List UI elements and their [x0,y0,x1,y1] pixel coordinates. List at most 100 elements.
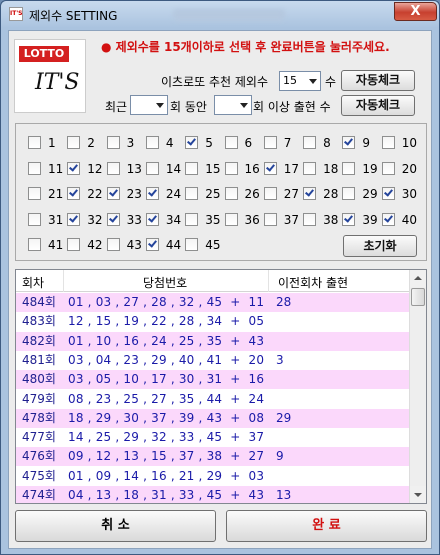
count-select[interactable] [214,95,252,115]
number-checkbox[interactable]: 40 [381,211,422,229]
number-checkbox[interactable]: 15 [185,160,225,178]
number-checkbox[interactable]: 26 [224,185,265,203]
table-row[interactable]: 484회 01 , 03 , 27 , 28 , 32 , 45 + 11 28 [16,293,410,312]
number-checkbox[interactable]: 36 [224,211,265,229]
number-checkbox[interactable]: 7 [263,134,304,152]
checkbox-box[interactable] [67,238,81,251]
number-checkbox[interactable]: 29 [342,185,382,203]
checkbox-box[interactable] [224,187,238,200]
number-checkbox[interactable]: 45 [185,236,225,254]
number-checkbox[interactable]: 21 [28,185,68,203]
table-row[interactable]: 481회 03 , 04 , 23 , 29 , 40 , 41 + 20 3 [16,351,410,370]
checkbox-box[interactable] [185,238,199,251]
number-checkbox[interactable]: 16 [224,160,265,178]
reset-button[interactable]: 초기화 [343,235,417,257]
auto-check-recommend-button[interactable]: 자동체크 [341,70,415,91]
checkbox-box[interactable] [381,136,395,149]
number-checkbox[interactable]: 1 [28,134,68,152]
checkbox-box[interactable] [381,212,395,226]
checkbox-box[interactable] [224,136,238,149]
checkbox-box[interactable] [263,212,277,226]
checkbox-box[interactable] [342,161,356,175]
number-checkbox[interactable]: 43 [106,236,147,254]
checkbox-box[interactable] [28,212,41,226]
number-checkbox[interactable]: 37 [263,211,304,229]
checkbox-box[interactable] [303,212,317,226]
number-checkbox[interactable]: 20 [381,160,422,178]
scrollbar[interactable] [409,270,426,503]
number-checkbox[interactable]: 12 [67,160,107,178]
scroll-thumb[interactable] [411,288,425,306]
number-checkbox[interactable]: 17 [263,160,304,178]
period-select[interactable] [130,95,168,115]
checkbox-box[interactable] [67,187,81,200]
number-checkbox[interactable]: 9 [342,134,382,152]
table-row[interactable]: 483회 12 , 15 , 19 , 22 , 28 , 34 + 05 [16,312,410,331]
number-checkbox[interactable]: 41 [28,236,68,254]
table-row[interactable]: 480회 03 , 05 , 10 , 17 , 30 , 31 + 16 [16,370,410,390]
checkbox-box[interactable] [381,187,395,200]
checkbox-box[interactable] [263,187,277,200]
checkbox-box[interactable] [303,161,317,175]
number-checkbox[interactable]: 25 [185,185,225,203]
scroll-up-button[interactable] [410,270,426,287]
number-checkbox[interactable]: 27 [263,185,304,203]
number-checkbox[interactable]: 8 [303,134,343,152]
number-checkbox[interactable]: 4 [145,134,186,152]
table-row[interactable]: 478회 18 , 29 , 30 , 37 , 39 , 43 + 08 29 [16,408,410,428]
checkbox-box[interactable] [185,161,199,175]
checkbox-box[interactable] [145,136,159,149]
cancel-button[interactable]: 취 소 [15,510,216,542]
number-checkbox[interactable]: 6 [224,134,265,152]
recommend-select[interactable]: 15 [279,71,321,91]
checkbox-box[interactable] [342,136,356,149]
number-checkbox[interactable]: 24 [145,185,186,203]
checkbox-box[interactable] [145,212,159,226]
title-bar[interactable]: IT'S 제외수 SETTING X [1,1,439,28]
checkbox-box[interactable] [28,161,41,175]
number-checkbox[interactable]: 44 [145,236,186,254]
number-checkbox[interactable]: 34 [145,211,186,229]
number-checkbox[interactable]: 39 [342,211,382,229]
done-button[interactable]: 완 료 [226,510,427,542]
checkbox-box[interactable] [263,136,277,149]
auto-check-history-button[interactable]: 자동체크 [341,95,415,116]
table-row[interactable]: 477회 14 , 25 , 29 , 32 , 33 , 45 + 37 [16,428,410,447]
number-checkbox[interactable]: 22 [67,185,107,203]
checkbox-box[interactable] [67,212,81,226]
number-checkbox[interactable]: 23 [106,185,147,203]
number-checkbox[interactable]: 38 [303,211,343,229]
checkbox-box[interactable] [185,212,199,226]
checkbox-box[interactable] [145,238,159,251]
checkbox-box[interactable] [106,212,120,226]
number-checkbox[interactable]: 10 [381,134,422,152]
number-checkbox[interactable]: 28 [303,185,343,203]
number-checkbox[interactable]: 2 [67,134,107,152]
number-checkbox[interactable]: 18 [303,160,343,178]
number-checkbox[interactable]: 19 [342,160,382,178]
number-checkbox[interactable]: 5 [185,134,225,152]
number-checkbox[interactable]: 33 [106,211,147,229]
table-row[interactable]: 476회 09 , 12 , 13 , 15 , 37 , 38 + 27 9 [16,447,410,467]
checkbox-box[interactable] [106,187,120,200]
checkbox-box[interactable] [224,161,238,175]
checkbox-box[interactable] [263,161,277,175]
checkbox-box[interactable] [145,187,159,200]
number-checkbox[interactable]: 42 [67,236,107,254]
number-checkbox[interactable]: 35 [185,211,225,229]
table-row[interactable]: 474회 04 , 13 , 18 , 31 , 33 , 45 + 43 13 [16,486,410,503]
checkbox-box[interactable] [145,161,159,175]
checkbox-box[interactable] [106,161,120,175]
number-checkbox[interactable]: 32 [67,211,107,229]
checkbox-box[interactable] [28,238,41,251]
number-checkbox[interactable]: 30 [381,185,422,203]
number-checkbox[interactable]: 11 [28,160,68,178]
checkbox-box[interactable] [303,136,317,149]
checkbox-box[interactable] [224,212,238,226]
close-button[interactable]: X [394,2,437,21]
checkbox-box[interactable] [381,161,395,175]
number-checkbox[interactable]: 31 [28,211,68,229]
checkbox-box[interactable] [106,238,120,251]
number-checkbox[interactable]: 3 [106,134,147,152]
table-row[interactable]: 475회 01 , 09 , 14 , 16 , 21 , 29 + 03 [16,467,410,486]
